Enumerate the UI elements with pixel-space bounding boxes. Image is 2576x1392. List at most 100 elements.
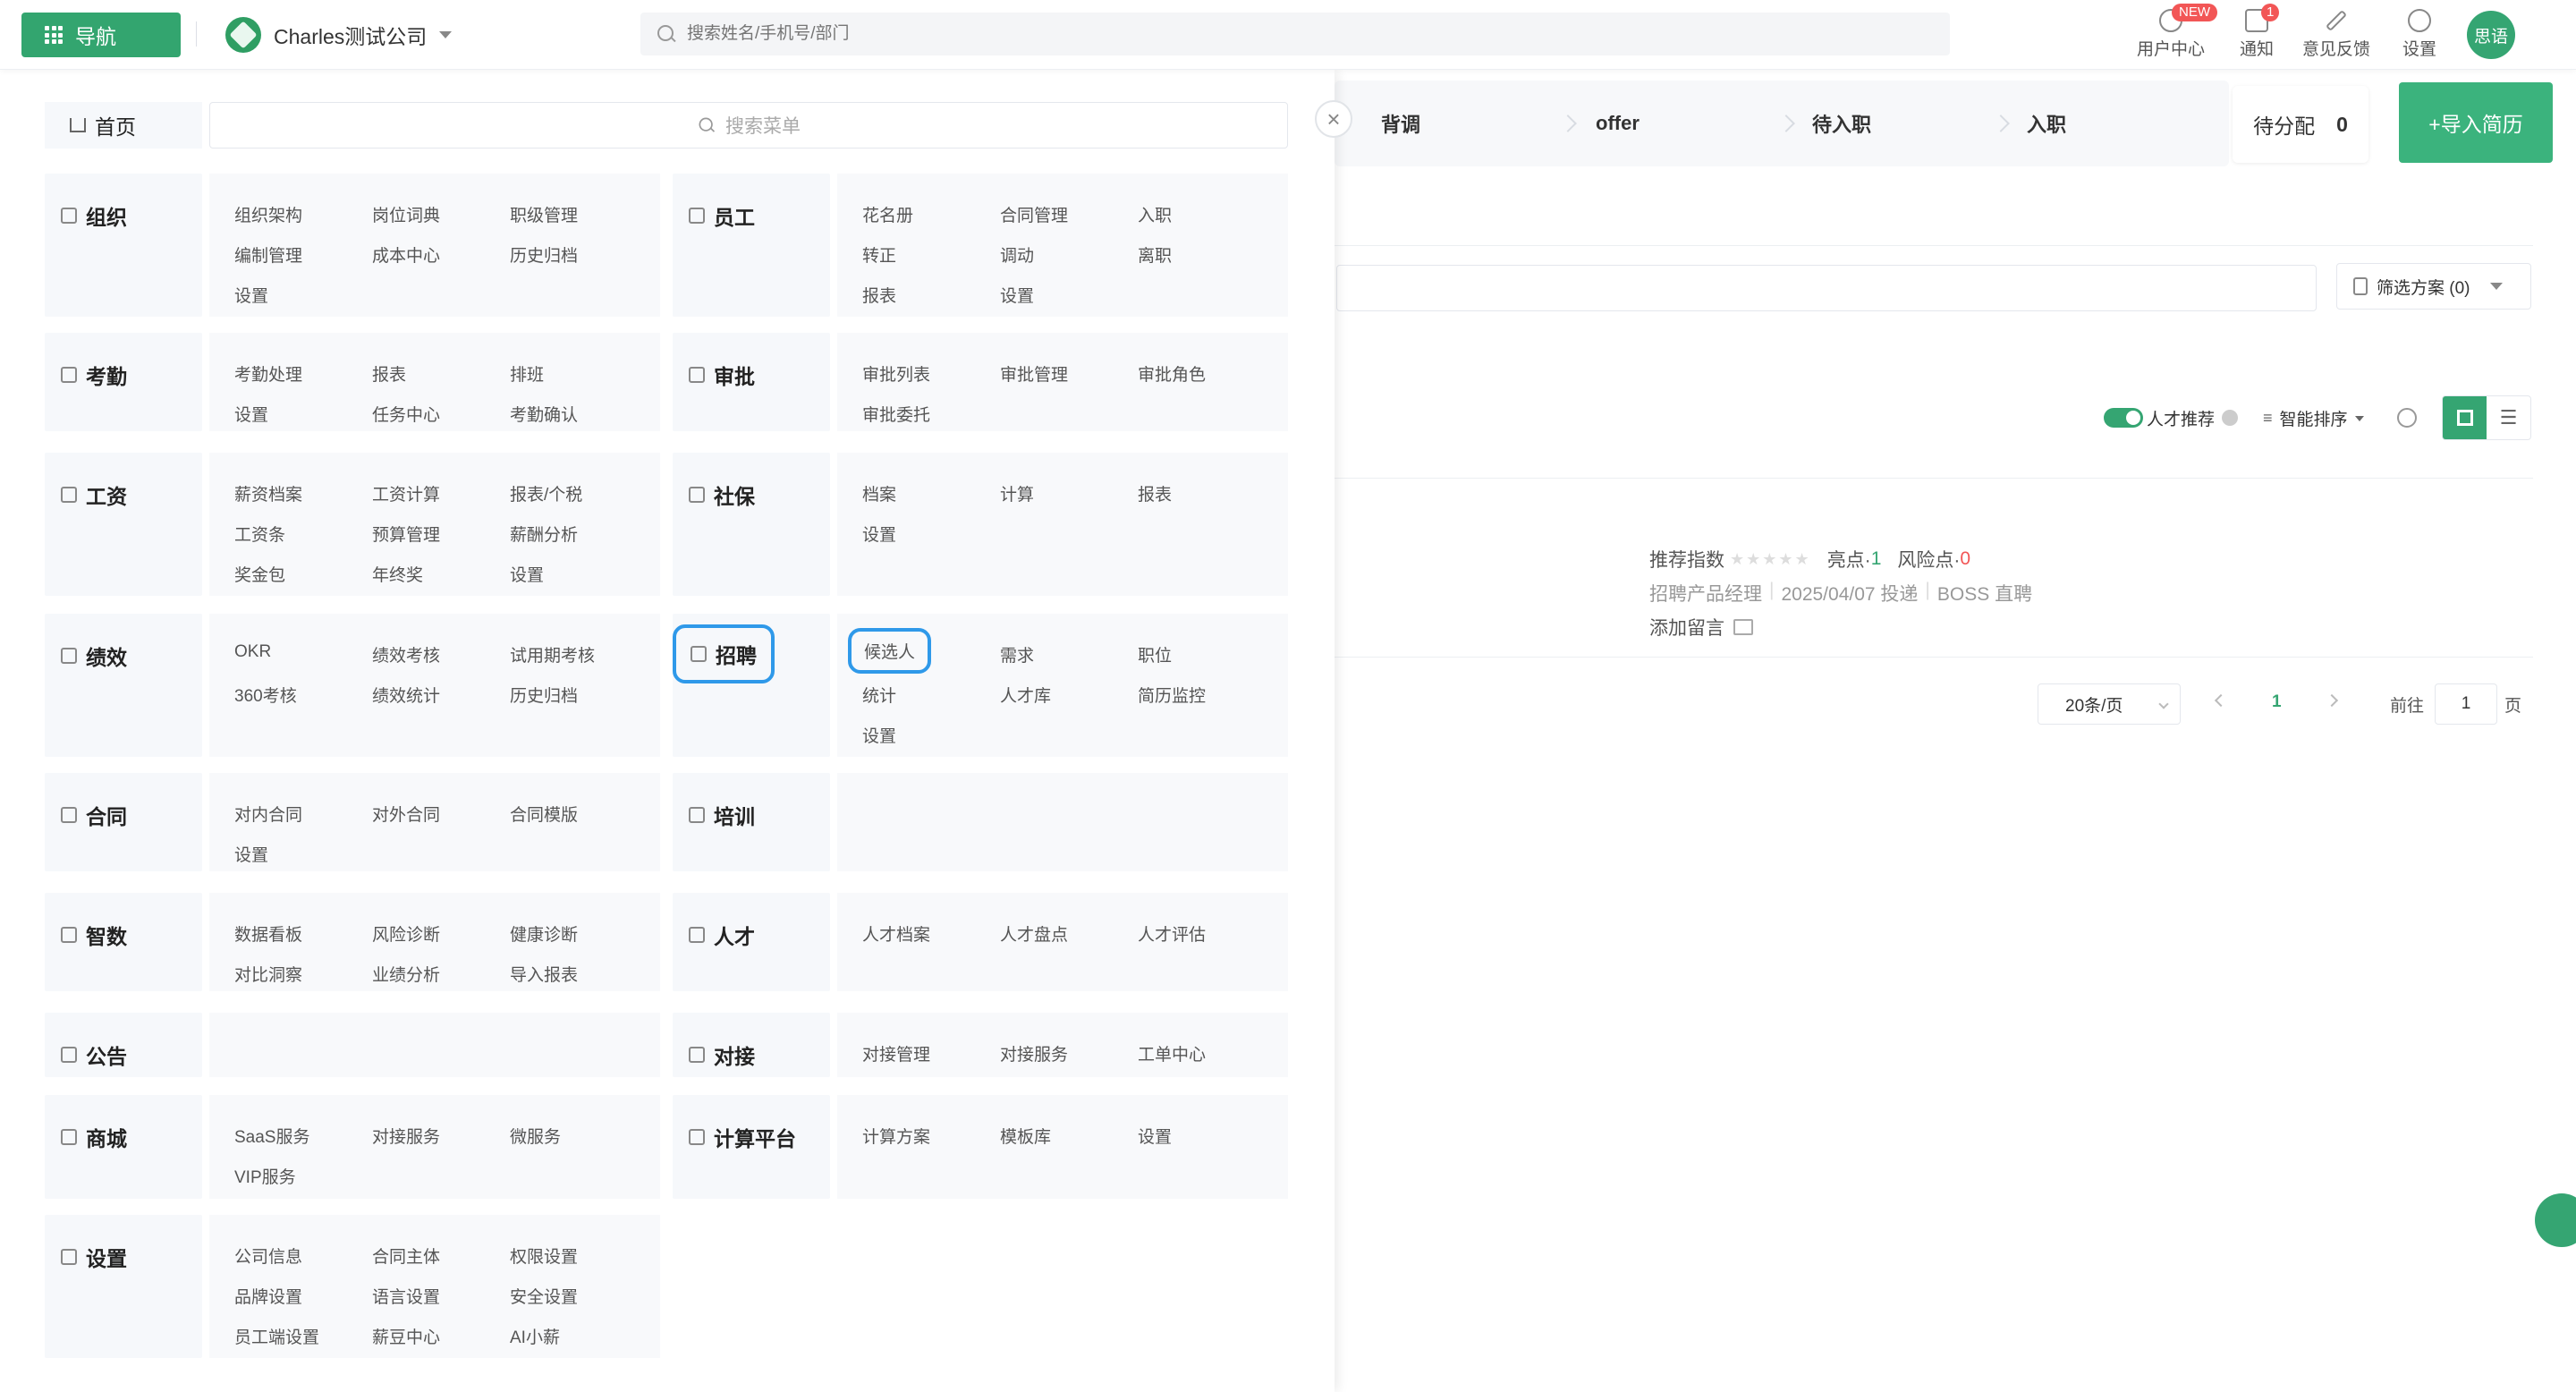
menu-item[interactable]: 安全设置 — [510, 1284, 578, 1308]
menu-item[interactable]: 奖金包 — [234, 562, 285, 586]
menu-item[interactable]: 审批列表 — [862, 361, 930, 386]
menu-item[interactable]: 人才盘点 — [1000, 921, 1068, 946]
menu-item[interactable]: 离职 — [1138, 242, 1172, 267]
menu-item[interactable]: 历史归档 — [510, 242, 578, 267]
menu-category-recruit[interactable]: 招聘 — [673, 614, 830, 757]
menu-item[interactable]: 公司信息 — [234, 1243, 302, 1268]
menu-item[interactable]: 预算管理 — [372, 522, 440, 546]
menu-item[interactable]: 设置 — [1000, 283, 1034, 307]
menu-item[interactable]: 转正 — [862, 242, 896, 267]
menu-item[interactable]: 薪酬分析 — [510, 522, 578, 546]
menu-item[interactable]: 计算 — [1000, 481, 1034, 505]
menu-item[interactable]: 工资条 — [234, 522, 285, 546]
page-size-select[interactable]: 20条/页 — [2038, 683, 2181, 725]
menu-category-analytics[interactable]: 智数 — [45, 893, 202, 991]
menu-item[interactable]: 简历监控 — [1138, 683, 1206, 707]
menu-item[interactable]: 合同管理 — [1000, 202, 1068, 226]
menu-category-settings[interactable]: 设置 — [45, 1215, 202, 1358]
menu-item[interactable]: 对内合同 — [234, 802, 302, 826]
menu-item[interactable]: 报表 — [862, 283, 896, 307]
menu-category-org[interactable]: 组织 — [45, 174, 202, 317]
stage-offer[interactable]: offer — [1596, 86, 1640, 161]
menu-item[interactable]: 人才档案 — [862, 921, 930, 946]
menu-search[interactable]: 搜索菜单 — [209, 102, 1288, 149]
stage-pending-onboard[interactable]: 待入职 — [1812, 86, 1871, 161]
close-menu-button[interactable]: × — [1315, 100, 1352, 138]
menu-item[interactable]: 年终奖 — [372, 562, 423, 586]
menu-category-employee[interactable]: 员工 — [673, 174, 830, 317]
menu-item[interactable]: 对接服务 — [372, 1124, 440, 1148]
menu-item[interactable]: 业绩分析 — [372, 962, 440, 986]
menu-item[interactable]: 统计 — [862, 683, 896, 707]
menu-category-integration[interactable]: 对接 — [673, 1013, 830, 1077]
menu-item[interactable]: 人才评估 — [1138, 921, 1206, 946]
stage-onboarded[interactable]: 入职 — [2027, 86, 2066, 161]
gear-icon[interactable] — [2397, 408, 2417, 428]
card-view-button[interactable] — [2443, 396, 2487, 439]
menu-item[interactable]: 设置 — [510, 562, 544, 586]
menu-item[interactable]: 需求 — [1000, 642, 1034, 666]
menu-item[interactable]: 设置 — [862, 522, 896, 546]
menu-item[interactable]: 健康诊断 — [510, 921, 578, 946]
menu-item[interactable]: 任务中心 — [372, 402, 440, 426]
menu-item[interactable]: 绩效考核 — [372, 642, 440, 666]
user-center-button[interactable]: 用户中心 NEW — [2131, 4, 2217, 63]
menu-item[interactable]: 审批角色 — [1138, 361, 1206, 386]
menu-category-talent[interactable]: 人才 — [673, 893, 830, 991]
menu-item[interactable]: 导入报表 — [510, 962, 578, 986]
menu-category-announcement[interactable]: 公告 — [45, 1013, 202, 1077]
menu-item[interactable]: 编制管理 — [234, 242, 302, 267]
menu-category-approval[interactable]: 审批 — [673, 333, 830, 431]
menu-item[interactable]: 设置 — [862, 723, 896, 747]
menu-item[interactable]: 候选人 — [847, 628, 932, 674]
menu-item[interactable]: 设置 — [234, 402, 268, 426]
menu-item[interactable]: 风险诊断 — [372, 921, 440, 946]
menu-item[interactable]: 合同主体 — [372, 1243, 440, 1268]
menu-home[interactable]: 首页 — [45, 102, 202, 149]
menu-item[interactable]: 对比洞察 — [234, 962, 302, 986]
menu-item[interactable]: SaaS服务 — [234, 1124, 309, 1148]
menu-item[interactable]: 档案 — [862, 481, 896, 505]
menu-item[interactable]: AI小薪 — [510, 1324, 560, 1348]
menu-item[interactable]: VIP服务 — [234, 1164, 296, 1188]
menu-item[interactable]: 入职 — [1138, 202, 1172, 226]
pending-assignment[interactable]: 待分配 0 — [2233, 86, 2368, 163]
current-page[interactable]: 1 — [2272, 692, 2282, 712]
menu-item[interactable]: 职级管理 — [510, 202, 578, 226]
settings-button[interactable]: 设置 — [2397, 9, 2442, 63]
menu-category-store[interactable]: 商城 — [45, 1095, 202, 1199]
filter-input[interactable] — [1336, 265, 2317, 311]
global-search-input[interactable] — [687, 24, 1224, 44]
menu-category-compute[interactable]: 计算平台 — [673, 1095, 830, 1199]
menu-item[interactable]: 考勤处理 — [234, 361, 302, 386]
menu-item[interactable]: 对外合同 — [372, 802, 440, 826]
menu-item[interactable]: 设置 — [1138, 1124, 1172, 1148]
sort-dropdown[interactable]: ≡ 智能排序 — [2263, 406, 2364, 430]
menu-item[interactable]: 报表 — [372, 361, 406, 386]
next-page-button[interactable] — [2325, 693, 2339, 708]
menu-item[interactable]: 对接管理 — [862, 1041, 930, 1065]
avatar[interactable]: 思语 — [2467, 11, 2515, 59]
nav-button[interactable]: 导航 — [21, 13, 181, 57]
menu-item[interactable]: 数据看板 — [234, 921, 302, 946]
menu-item[interactable]: 审批管理 — [1000, 361, 1068, 386]
menu-item[interactable]: 员工端设置 — [234, 1324, 319, 1348]
menu-category-training[interactable]: 培训 — [673, 773, 830, 871]
menu-item[interactable]: 审批委托 — [862, 402, 930, 426]
menu-item[interactable]: 语言设置 — [372, 1284, 440, 1308]
menu-item[interactable]: 360考核 — [234, 683, 297, 707]
menu-category-salary[interactable]: 工资 — [45, 453, 202, 596]
menu-category-performance[interactable]: 绩效 — [45, 614, 202, 757]
prev-page-button[interactable] — [2214, 693, 2228, 708]
menu-item[interactable]: 调动 — [1000, 242, 1034, 267]
filter-plan-dropdown[interactable]: 筛选方案 (0) — [2336, 263, 2531, 310]
menu-item[interactable]: 排班 — [510, 361, 544, 386]
menu-item[interactable]: 权限设置 — [510, 1243, 578, 1268]
menu-item[interactable]: 报表/个税 — [510, 481, 582, 505]
notification-button[interactable]: 通知 1 — [2233, 4, 2281, 63]
talent-recommend-toggle[interactable] — [2104, 408, 2143, 428]
menu-item[interactable]: 工单中心 — [1138, 1041, 1206, 1065]
menu-item[interactable]: 薪资档案 — [234, 481, 302, 505]
import-resume-button[interactable]: +导入简历 — [2399, 82, 2553, 163]
menu-item[interactable]: 设置 — [234, 283, 268, 307]
